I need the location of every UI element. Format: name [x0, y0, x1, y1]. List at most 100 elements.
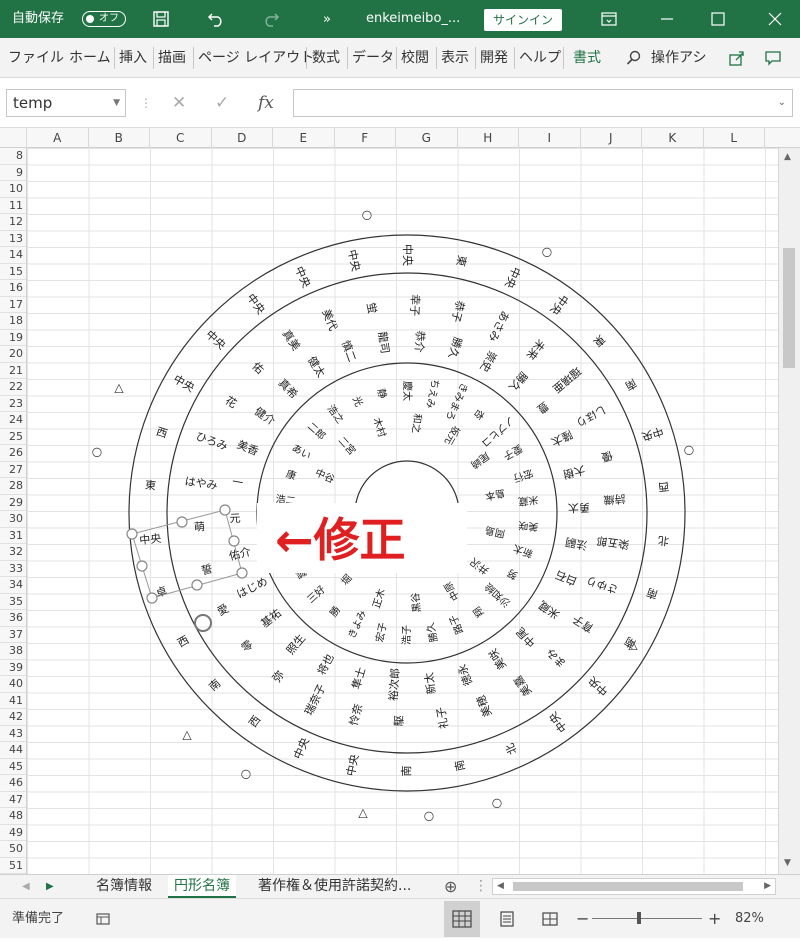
column-header[interactable]: E — [273, 128, 335, 148]
row-header[interactable]: 10 — [0, 181, 26, 198]
ribbon-display-icon[interactable] — [598, 8, 620, 30]
page-break-view-icon[interactable] — [541, 899, 559, 939]
row-header[interactable]: 12 — [0, 214, 26, 231]
row-header[interactable]: 47 — [0, 792, 26, 808]
row-header[interactable]: 14 — [0, 247, 26, 264]
row-header[interactable]: 19 — [0, 330, 26, 346]
search-icon[interactable] — [626, 38, 642, 78]
row-header[interactable]: 24 — [0, 412, 26, 429]
hscroll-thumb[interactable] — [513, 882, 743, 891]
row-header[interactable]: 33 — [0, 561, 26, 577]
row-header[interactable]: 35 — [0, 594, 26, 610]
sheet-tab-circular-roster[interactable]: 円形名簿 — [168, 875, 236, 898]
scroll-thumb[interactable] — [783, 248, 795, 368]
column-header[interactable]: D — [212, 128, 273, 148]
next-sheet-icon[interactable]: ▶ — [46, 875, 54, 898]
row-header[interactable]: 11 — [0, 198, 26, 214]
row-header[interactable]: 49 — [0, 825, 26, 841]
column-header[interactable]: H — [458, 128, 519, 148]
scroll-right-icon[interactable]: ▶ — [764, 879, 771, 894]
row-header[interactable]: 46 — [0, 775, 26, 792]
worksheet-grid[interactable]: 中央東中央 中央東南中央西北南南中央 中央北南南中央 中央西南西卓中央東西中央 中央 中央… — [27, 148, 778, 874]
row-header[interactable]: 32 — [0, 544, 26, 561]
tab-draw[interactable]: 描画 — [158, 38, 186, 78]
autosave-toggle[interactable]: オフ — [82, 11, 126, 27]
maximize-icon[interactable] — [707, 8, 729, 30]
column-header[interactable]: B — [89, 128, 150, 148]
row-header[interactable]: 25 — [0, 429, 26, 445]
more-commands-icon[interactable]: » — [316, 8, 338, 30]
undo-icon[interactable] — [205, 8, 227, 30]
row-header[interactable]: 16 — [0, 280, 26, 297]
formula-input[interactable]: ⌄ — [293, 89, 793, 117]
sheet-tab-copyright[interactable]: 著作権＆使用許諾契約... — [252, 875, 442, 898]
minimize-icon[interactable] — [656, 8, 678, 30]
tab-split-handle[interactable]: ⋮ — [474, 875, 488, 898]
tell-me-box[interactable]: 操作アシ — [651, 38, 706, 78]
row-header[interactable]: 45 — [0, 759, 26, 775]
close-icon[interactable] — [764, 8, 786, 30]
row-header[interactable]: 20 — [0, 346, 26, 363]
column-header[interactable]: C — [150, 128, 212, 148]
row-header[interactable]: 23 — [0, 396, 26, 412]
sheet-tab-roster-info[interactable]: 名簿情報 — [90, 875, 158, 898]
tab-page-layout[interactable]: ページ レイアウト — [198, 38, 314, 78]
row-header[interactable]: 50 — [0, 841, 26, 858]
tab-format[interactable]: 書式 — [573, 38, 601, 78]
row-header[interactable]: 28 — [0, 478, 26, 495]
select-all-corner[interactable] — [0, 128, 27, 148]
chevron-down-icon[interactable]: ▼ — [113, 90, 120, 116]
tab-view[interactable]: 表示 — [441, 38, 469, 78]
row-header[interactable]: 15 — [0, 264, 26, 280]
tab-file[interactable]: ファイル — [8, 38, 64, 78]
zoom-level[interactable]: 82% — [735, 899, 764, 939]
enter-icon[interactable]: ✓ — [215, 89, 229, 117]
row-header[interactable]: 30 — [0, 511, 26, 528]
zoom-out-button[interactable]: − — [576, 899, 589, 939]
comments-icon[interactable] — [764, 38, 782, 78]
accessibility-icon[interactable] — [96, 899, 110, 939]
vertical-scrollbar[interactable]: ▲ ▼ — [778, 148, 800, 874]
row-header[interactable]: 26 — [0, 445, 26, 462]
cancel-icon[interactable]: ✕ — [172, 89, 186, 117]
scroll-left-icon[interactable]: ◀ — [497, 879, 504, 894]
signin-button[interactable]: サインイン — [484, 9, 562, 31]
column-header[interactable]: G — [396, 128, 458, 148]
row-header[interactable]: 36 — [0, 610, 26, 627]
tab-data[interactable]: データ — [352, 38, 394, 78]
horizontal-scrollbar[interactable]: ◀ ▶ — [492, 878, 776, 895]
tab-insert[interactable]: 挿入 — [119, 38, 147, 78]
name-box[interactable]: temp ▼ — [6, 89, 126, 117]
row-header[interactable]: 43 — [0, 726, 26, 742]
row-header[interactable]: 22 — [0, 379, 26, 396]
row-header[interactable]: 37 — [0, 627, 26, 643]
row-header[interactable]: 8 — [0, 148, 26, 165]
row-header[interactable]: 44 — [0, 742, 26, 759]
column-header[interactable]: K — [642, 128, 704, 148]
row-header[interactable]: 29 — [0, 495, 26, 511]
row-header[interactable]: 21 — [0, 363, 26, 379]
row-header[interactable]: 42 — [0, 709, 26, 726]
row-header[interactable]: 48 — [0, 808, 26, 825]
row-header[interactable]: 13 — [0, 231, 26, 247]
tab-developer[interactable]: 開発 — [480, 38, 508, 78]
row-header[interactable]: 34 — [0, 577, 26, 594]
share-icon[interactable] — [728, 38, 746, 78]
page-layout-view-icon[interactable] — [498, 899, 516, 939]
scroll-up-icon[interactable]: ▲ — [784, 152, 791, 162]
row-header[interactable]: 39 — [0, 660, 26, 676]
tab-help[interactable]: ヘルプ — [519, 38, 561, 78]
redo-icon[interactable] — [260, 8, 282, 30]
add-sheet-icon[interactable]: ⊕ — [444, 875, 457, 898]
row-header[interactable]: 27 — [0, 462, 26, 478]
tab-formulas[interactable]: 数式 — [312, 38, 340, 78]
column-header[interactable]: F — [335, 128, 396, 148]
row-header[interactable]: 17 — [0, 297, 26, 313]
row-header[interactable]: 31 — [0, 528, 26, 544]
row-header[interactable]: 51 — [0, 858, 26, 874]
column-header[interactable]: J — [581, 128, 642, 148]
circular-roster-diagram[interactable]: 中央 東中央中央東南中央西北南南中央中央北南南中央中央西南西卓中央東西中央中央中央… — [27, 148, 778, 874]
save-icon[interactable] — [150, 8, 172, 30]
expand-formula-icon[interactable]: ⌄ — [778, 90, 786, 116]
row-header[interactable]: 18 — [0, 313, 26, 330]
